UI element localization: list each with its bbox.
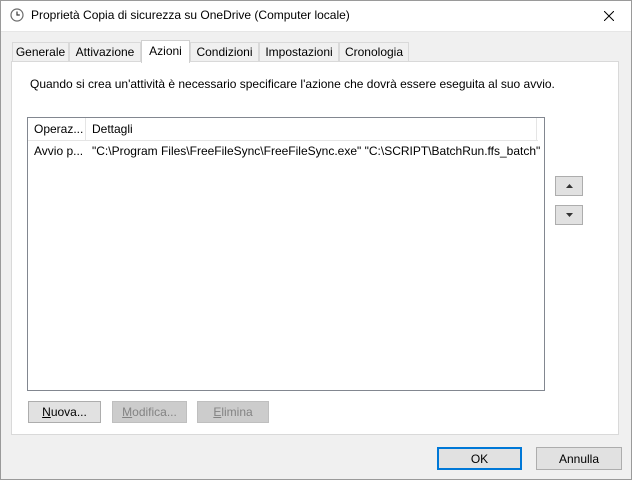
new-button-accelerator: N (42, 405, 51, 419)
column-divider[interactable] (536, 118, 537, 140)
delete-action-button[interactable]: Elimina (197, 401, 269, 423)
cancel-button[interactable]: Annulla (536, 447, 622, 470)
actions-description: Quando si crea un'attività è necessario … (30, 77, 555, 91)
list-item[interactable]: Avvio p... "C:\Program Files\FreeFileSyn… (28, 142, 544, 160)
edit-button-accelerator: M (122, 405, 133, 419)
tab-cronologia[interactable]: Cronologia (339, 42, 409, 61)
edit-button-label: odifica... (132, 405, 177, 419)
close-button[interactable] (586, 0, 632, 31)
arrow-down-icon (565, 213, 573, 217)
tab-impostazioni[interactable]: Impostazioni (259, 42, 339, 61)
delete-button-accelerator: E (213, 405, 222, 419)
move-up-button[interactable] (555, 176, 583, 196)
new-action-button[interactable]: Nuova... (28, 401, 101, 423)
arrow-up-icon (565, 184, 573, 188)
tab-azioni[interactable]: Azioni (141, 40, 190, 63)
column-header-action[interactable]: Operaz... (28, 118, 85, 140)
clock-icon (10, 8, 24, 22)
column-header-details[interactable]: Dettagli (86, 118, 536, 140)
edit-action-button[interactable]: Modifica... (112, 401, 187, 423)
action-details-cell: "C:\Program Files\FreeFileSync\FreeFileS… (92, 144, 541, 158)
action-type-cell: Avvio p... (34, 144, 84, 158)
move-down-button[interactable] (555, 205, 583, 225)
new-button-label: uova... (50, 405, 87, 419)
list-header: Operaz... Dettagli (28, 118, 538, 141)
tab-condizioni[interactable]: Condizioni (190, 42, 259, 61)
ok-button[interactable]: OK (437, 447, 522, 470)
title-bar: Proprietà Copia di sicurezza su OneDrive… (0, 0, 632, 32)
close-icon (604, 10, 614, 21)
delete-button-label: limina (221, 405, 253, 419)
actions-list[interactable]: Operaz... Dettagli Avvio p... "C:\Progra… (27, 117, 545, 391)
window-title: Proprietà Copia di sicurezza su OneDrive… (31, 8, 350, 22)
tab-attivazione[interactable]: Attivazione (69, 42, 141, 61)
tab-generale[interactable]: Generale (12, 42, 69, 61)
